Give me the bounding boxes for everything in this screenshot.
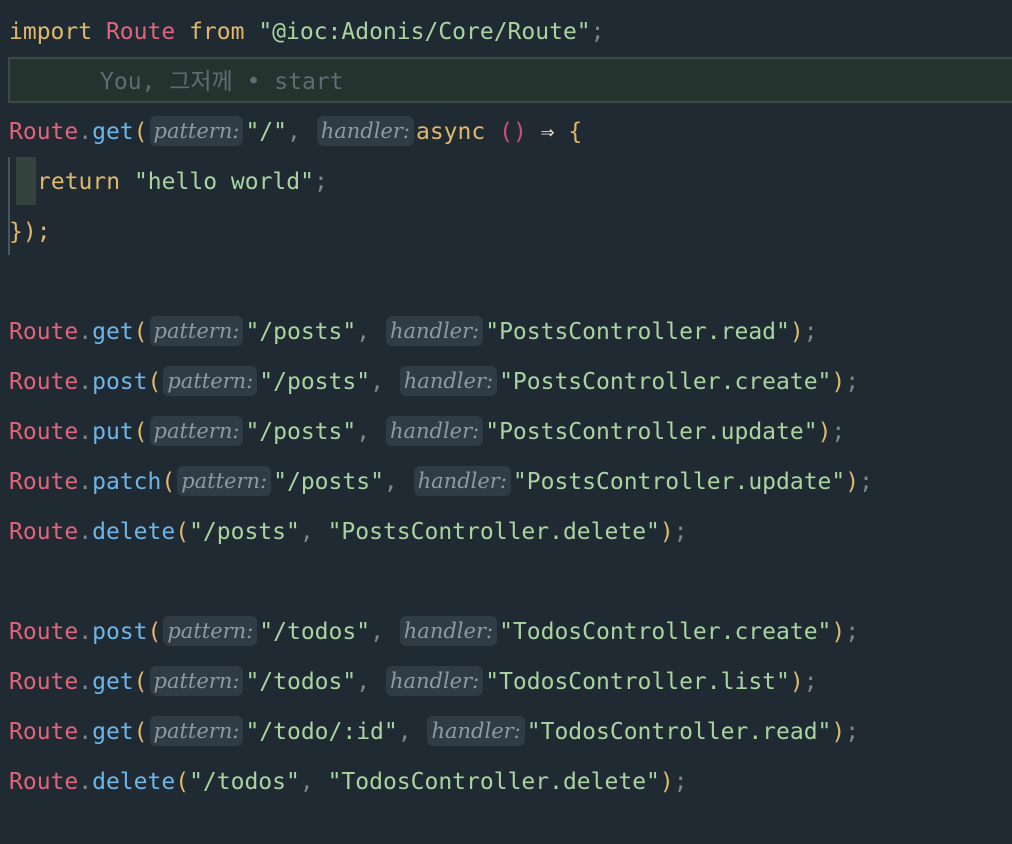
route-object: Route <box>9 719 79 745</box>
route-path: "/posts" <box>245 319 357 345</box>
route-path: "/todos" <box>259 619 371 645</box>
code-line-close[interactable]: }); <box>9 207 51 257</box>
route-path: "/todos" <box>189 769 300 795</box>
code-line-route[interactable]: Route.put(pattern: "/posts", handler: "Pos… <box>9 407 845 457</box>
route-object: Route <box>9 519 79 545</box>
route-handler: "TodosController.read" <box>526 719 832 745</box>
indent-highlight <box>16 157 36 205</box>
import-name: Route <box>105 19 176 45</box>
route-path: "/" <box>245 119 287 145</box>
route-path: "/todos" <box>245 669 357 695</box>
handler-inlay-hint: handler: <box>427 716 525 746</box>
import-keyword: import <box>9 19 93 45</box>
route-path: "/todo/:id" <box>245 719 398 745</box>
route-handler: "PostsController.delete" <box>327 519 660 545</box>
semicolon: ; <box>590 19 605 45</box>
route-method: delete <box>92 519 176 545</box>
route-method: get <box>92 319 134 345</box>
pattern-inlay-hint: pattern: <box>149 716 244 746</box>
pattern-inlay-hint: pattern: <box>149 316 244 346</box>
code-line-route[interactable]: Route.get(pattern: "/posts", handler: "Pos… <box>9 307 818 357</box>
code-line-import[interactable]: import Route from "@ioc:Adonis/Core/Rout… <box>9 7 605 57</box>
route-object: Route <box>9 419 79 445</box>
code-line-route[interactable]: Route.patch(pattern: "/posts", handler: "P… <box>9 457 873 507</box>
pattern-inlay-hint: pattern: <box>149 116 244 146</box>
route-path: "/posts" <box>245 419 357 445</box>
route-object: Route <box>9 369 79 395</box>
code-line-hello-route[interactable]: Route.get(pattern: "/", handler: async () … <box>9 107 582 157</box>
route-method: patch <box>92 469 162 495</box>
route-method: put <box>92 419 134 445</box>
code-line-route[interactable]: Route.delete("/todos", "TodosController.… <box>9 757 688 807</box>
route-method: get <box>92 719 134 745</box>
route-path: "/posts" <box>273 469 384 495</box>
route-object: Route <box>9 469 79 495</box>
async-keyword: async <box>415 119 486 145</box>
return-value: "hello world" <box>133 169 314 195</box>
route-object: Route <box>9 619 79 645</box>
handler-inlay-hint: handler: <box>385 666 484 696</box>
route-handler: "TodosController.create" <box>499 619 832 645</box>
route-method: delete <box>92 769 176 795</box>
code-editor[interactable]: import Route from "@ioc:Adonis/Core/Rout… <box>0 0 1012 844</box>
code-line-route[interactable]: Route.delete("/posts", "PostsController.… <box>9 507 688 557</box>
handler-inlay-hint: handler: <box>385 316 484 346</box>
route-handler: "TodosController.delete" <box>327 769 660 795</box>
handler-inlay-hint: handler: <box>413 466 511 496</box>
route-object: Route <box>9 319 79 345</box>
route-handler: "PostsController.read" <box>485 319 790 345</box>
code-line-route[interactable]: Route.get(pattern: "/todos", handler: "Tod… <box>9 657 818 707</box>
arrow-operator: ⇒ <box>540 119 555 145</box>
handler-inlay-hint: handler: <box>399 366 498 396</box>
pattern-inlay-hint: pattern: <box>163 366 258 396</box>
route-method: get <box>92 669 134 695</box>
route-object: Route <box>9 769 79 795</box>
code-line-route[interactable]: Route.post(pattern: "/posts", handler: "Po… <box>9 357 859 407</box>
handler-inlay-hint: handler: <box>385 416 484 446</box>
pattern-inlay-hint: pattern: <box>177 466 272 496</box>
code-line-return[interactable]: return "hello world"; <box>37 157 328 207</box>
route-handler: "TodosController.list" <box>485 669 790 695</box>
code-line-route[interactable]: Route.get(pattern: "/todo/:id", handler: "… <box>9 707 859 757</box>
route-handler: "PostsController.create" <box>499 369 832 395</box>
route-handler: "PostsController.update" <box>485 419 818 445</box>
handler-inlay-hint: handler: <box>399 616 498 646</box>
from-keyword: from <box>189 19 245 45</box>
pattern-inlay-hint: pattern: <box>149 416 244 446</box>
code-line-route[interactable]: Route.post(pattern: "/todos", handler: "To… <box>9 607 859 657</box>
import-path: "@ioc:Adonis/Core/Route" <box>258 19 591 45</box>
route-handler: "PostsController.update" <box>512 469 846 495</box>
handler-inlay-hint: handler: <box>316 116 414 146</box>
route-method: post <box>92 369 148 395</box>
git-blame-annotation: You, 그저께 • start <box>100 69 344 95</box>
route-path: "/posts" <box>259 369 371 395</box>
route-method: post <box>92 619 148 645</box>
route-object: Route <box>9 669 79 695</box>
route-method: get <box>92 119 134 145</box>
route-path: "/posts" <box>189 519 300 545</box>
closing-tokens: }); <box>9 219 51 245</box>
pattern-inlay-hint: pattern: <box>149 666 244 696</box>
route-object: Route <box>9 119 79 145</box>
pattern-inlay-hint: pattern: <box>163 616 258 646</box>
return-keyword: return <box>37 169 121 195</box>
